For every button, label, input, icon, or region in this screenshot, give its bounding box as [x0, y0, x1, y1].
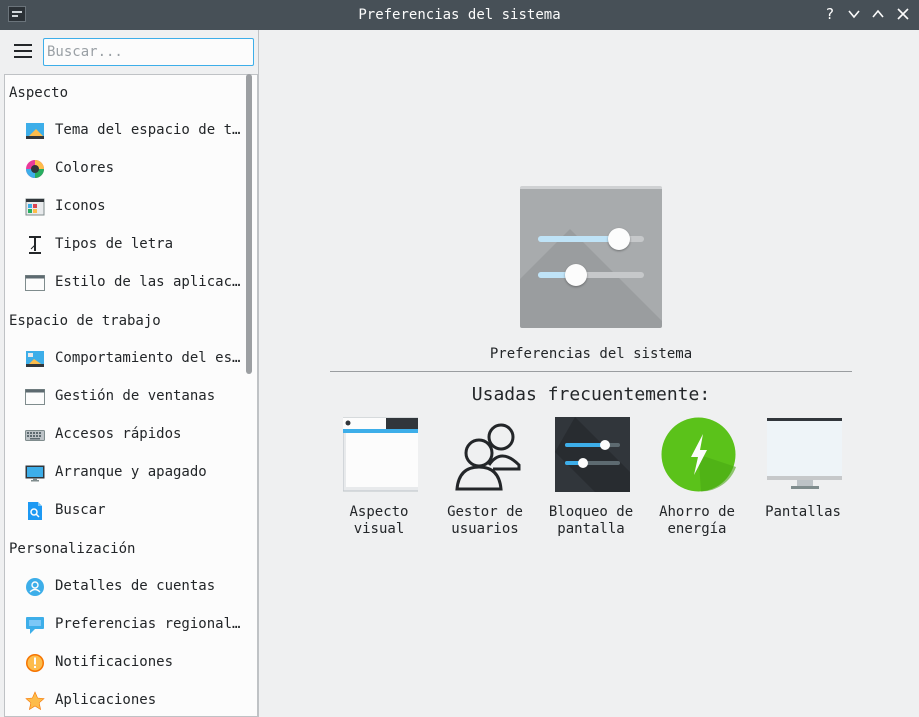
sidebar-item-label: Arranque y apagado — [55, 464, 207, 480]
sidebar-item-app-style[interactable]: Estilo de las aplicacio… — [5, 264, 247, 302]
font-icon — [29, 236, 41, 254]
appearance-icon — [343, 417, 418, 492]
window-style-icon — [25, 275, 45, 291]
title-bar: Preferencias del sistema ? — [0, 0, 919, 30]
sidebar-item-label: Notificaciones — [55, 654, 174, 670]
frequently-used-title: Usadas frecuentemente: — [471, 384, 711, 405]
sidebar-item-startup[interactable]: Arranque y apagado — [5, 454, 245, 492]
sidebar-item-fonts[interactable]: Tipos de letra — [5, 226, 245, 264]
sidebar-item-label: Estilo de las aplicacio… — [55, 274, 247, 290]
users-icon — [455, 423, 521, 491]
tile-energy-saving[interactable]: Ahorro de energía — [645, 416, 749, 546]
sidebar-item-account-details[interactable]: Detalles de cuentas — [5, 568, 245, 606]
minimize-button[interactable] — [844, 4, 864, 24]
sidebar-item-desktop-behavior[interactable]: Comportamiento del escr… — [5, 340, 247, 378]
sidebar-item-colors[interactable]: Colores — [5, 150, 245, 188]
sidebar-item-notifications[interactable]: Notificaciones — [5, 644, 245, 682]
hero-caption: Preferencias del sistema — [489, 346, 693, 362]
display-icon — [767, 418, 842, 489]
sidebar-item-shortcuts[interactable]: Accesos rápidos — [5, 416, 245, 454]
tile-displays[interactable]: Pantallas — [751, 416, 855, 546]
sidebar-item-label: Comportamiento del escr… — [55, 350, 247, 366]
tile-label: Bloqueo de pantalla — [548, 504, 634, 537]
user-account-icon — [26, 578, 44, 596]
notification-icon — [26, 654, 44, 672]
tile-user-manager[interactable]: Gestor de usuarios — [433, 416, 537, 546]
sidebar-item-label: Aplicaciones — [55, 692, 157, 708]
category-list: Aspecto Tema del espacio de tra… Colores… — [4, 74, 258, 717]
search-input[interactable] — [43, 38, 254, 66]
energy-icon — [661, 417, 736, 492]
search-row — [0, 30, 259, 74]
tile-label: Pantallas — [765, 504, 841, 520]
section-title-personalization: Personalización — [9, 541, 136, 557]
sidebar-item-applications[interactable]: Aplicaciones — [5, 682, 245, 716]
sidebar: Aspecto Tema del espacio de tra… Colores… — [0, 30, 259, 717]
regional-chat-icon — [26, 617, 44, 634]
sidebar-item-window-management[interactable]: Gestión de ventanas — [5, 378, 245, 416]
sidebar-item-workspace-theme[interactable]: Tema del espacio de tra… — [5, 112, 247, 150]
sidebar-item-label: Tema del espacio de tra… — [55, 122, 247, 138]
monitor-icon — [25, 465, 45, 482]
sidebar-item-regional[interactable]: Preferencias regionales — [5, 606, 247, 644]
star-icon — [25, 691, 45, 711]
sidebar-item-label: Preferencias regionales — [55, 616, 247, 632]
sidebar-item-label: Iconos — [55, 198, 106, 214]
system-settings-hero-icon — [520, 186, 662, 328]
sidebar-item-label: Colores — [55, 160, 115, 176]
maximize-button[interactable] — [868, 4, 888, 24]
sidebar-scrollbar[interactable] — [246, 74, 252, 374]
icons-icon — [25, 198, 45, 216]
divider — [330, 371, 852, 372]
tile-label: Aspecto visual — [349, 504, 409, 537]
window-title: Preferencias del sistema — [358, 7, 561, 23]
main-panel: Preferencias del sistema Usadas frecuent… — [260, 30, 919, 717]
window-management-icon — [25, 389, 45, 405]
section-title-aspecto: Aspecto — [9, 85, 69, 101]
tile-label: Ahorro de energía — [659, 504, 735, 537]
sidebar-item-label: Accesos rápidos — [55, 426, 182, 442]
sidebar-item-label: Buscar — [55, 502, 106, 518]
tile-appearance[interactable]: Aspecto visual — [327, 416, 431, 546]
workspace-theme-icon — [26, 123, 44, 139]
screen-lock-icon — [555, 417, 630, 492]
hamburger-menu-icon[interactable] — [14, 44, 32, 58]
sidebar-item-icons[interactable]: Iconos — [5, 188, 245, 226]
color-wheel-icon — [26, 160, 44, 178]
search-file-icon — [28, 502, 42, 520]
sidebar-item-label: Gestión de ventanas — [55, 388, 216, 404]
tile-label: Gestor de usuarios — [447, 504, 523, 537]
tile-screen-lock[interactable]: Bloqueo de pantalla — [539, 416, 643, 546]
section-title-workspace: Espacio de trabajo — [9, 313, 161, 329]
close-button[interactable] — [893, 4, 913, 24]
sidebar-item-label: Tipos de letra — [55, 236, 174, 252]
sidebar-item-label: Detalles de cuentas — [55, 578, 216, 594]
desktop-behavior-icon — [26, 351, 44, 367]
help-button[interactable]: ? — [820, 4, 840, 24]
keyboard-icon — [25, 430, 45, 441]
sidebar-item-search[interactable]: Buscar — [5, 492, 245, 530]
